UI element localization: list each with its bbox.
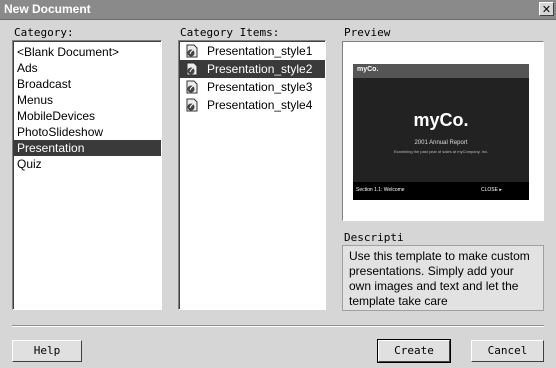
description-label: Descripti [344, 231, 404, 244]
flash-document-icon [186, 98, 198, 112]
category-item[interactable]: Ads [13, 60, 161, 76]
category-item[interactable]: MobileDevices [13, 108, 161, 124]
category-item-entry[interactable]: Presentation_style4 [179, 96, 325, 114]
preview-box: myCo. myCo. 2001 Annual Report Examining… [342, 41, 544, 221]
flash-document-icon [186, 44, 198, 58]
title-bar: New Document ✕ [0, 0, 556, 20]
category-items-list[interactable]: Presentation_style1 Presentation_style2 Pr… [178, 40, 326, 310]
category-item-entry[interactable]: Presentation_style1 [179, 42, 325, 60]
category-item-entry[interactable]: Presentation_style2 [179, 60, 325, 78]
slide-header [353, 64, 529, 78]
category-list[interactable]: <Blank Document> Ads Broadcast Menus MobileD… [12, 40, 162, 310]
category-item[interactable]: Quiz [13, 156, 161, 172]
category-item[interactable]: Broadcast [13, 76, 161, 92]
category-label: Category: [14, 26, 74, 39]
category-item[interactable]: Presentation [13, 140, 161, 156]
slide-tagline: Examining the past year of sales at myCo… [393, 149, 489, 154]
help-button[interactable]: Help [12, 340, 82, 362]
category-item-label: Presentation_style2 [207, 62, 313, 76]
slide-brand: myCo. [357, 66, 379, 73]
window-title: New Document [4, 2, 91, 16]
category-items-label: Category Items: [180, 26, 280, 39]
close-icon: ✕ [541, 3, 552, 16]
close-button[interactable]: ✕ [539, 2, 554, 16]
slide-nav: CLOSE ▸ [481, 187, 502, 193]
category-item[interactable]: <Blank Document> [13, 44, 161, 60]
category-item-label: Presentation_style3 [207, 80, 313, 94]
description-box: Use this template to make custom present… [342, 245, 544, 311]
flash-document-icon [186, 62, 198, 76]
category-item[interactable]: Menus [13, 92, 161, 108]
flash-document-icon [186, 80, 198, 94]
create-button[interactable]: Create [377, 339, 451, 363]
preview-slide: myCo. myCo. 2001 Annual Report Examining… [353, 64, 529, 200]
category-item[interactable]: PhotoSlideshow [13, 124, 161, 140]
slide-title: myCo. [413, 110, 469, 130]
category-item-label: Presentation_style4 [207, 98, 313, 112]
separator [12, 325, 544, 327]
preview-label: Preview [344, 26, 391, 39]
slide-section: Section 1.1: Welcome [356, 187, 405, 193]
slide-subtitle: 2001 Annual Report [414, 140, 468, 146]
category-item-entry[interactable]: Presentation_style3 [179, 78, 325, 96]
category-item-label: Presentation_style1 [207, 44, 313, 58]
cancel-button[interactable]: Cancel [471, 340, 544, 362]
